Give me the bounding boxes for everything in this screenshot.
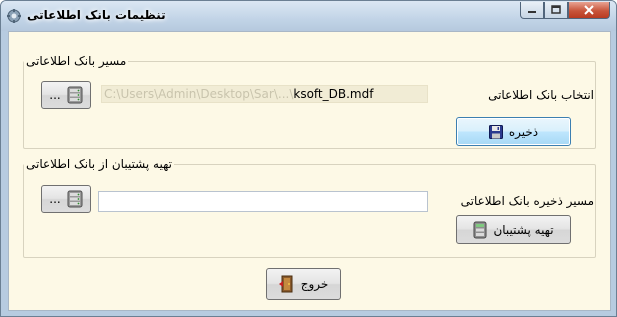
maximize-icon <box>551 5 561 14</box>
db-path-faded-text: C:\Users\Admin\Desktop\Sar\...\ <box>104 87 294 101</box>
client-area: مسیر بانک اطلاعاتی ... C:\Users\Admin\De… <box>8 31 611 311</box>
minimize-icon <box>528 11 536 13</box>
exit-button[interactable]: خروج <box>266 268 341 300</box>
db-select-label: انتخاب بانک اطلاعاتی <box>488 88 594 102</box>
db-path-text: ksoft_DB.mdf <box>293 87 374 101</box>
title-bar[interactable]: تنظیمات بانک اطلاعاتی <box>1 1 616 31</box>
minimize-button[interactable] <box>520 2 544 19</box>
backup-button[interactable]: تهیه پشتیبان <box>456 215 571 244</box>
caption-buttons <box>520 2 610 20</box>
backup-path-field[interactable] <box>98 191 428 212</box>
db-path-legend: مسیر بانک اطلاعاتی <box>26 54 127 68</box>
maximize-button[interactable] <box>544 2 568 19</box>
db-path-field[interactable]: C:\Users\Admin\Desktop\Sar\...\ksoft_DB.… <box>101 85 428 103</box>
database-icon <box>67 190 83 208</box>
backup-browse-button[interactable]: ... <box>41 185 91 213</box>
window-title: تنظیمات بانک اطلاعاتی <box>27 8 166 22</box>
backup-legend: تهیه پشتیبان از بانک اطلاعاتی <box>26 157 172 171</box>
exit-door-icon <box>278 275 293 293</box>
save-label: ذخیره <box>508 124 539 139</box>
floppy-disk-icon <box>488 124 503 139</box>
settings-window: تنظیمات بانک اطلاعاتی مسیر بانک اطلاعاتی <box>0 0 617 317</box>
app-gear-icon <box>7 9 21 23</box>
db-browse-button[interactable]: ... <box>41 81 91 109</box>
db-browse-label: ... <box>49 88 61 102</box>
backup-label: تهیه پشتیبان <box>493 222 554 237</box>
close-icon <box>584 5 594 15</box>
database-icon <box>67 86 83 104</box>
backup-browse-label: ... <box>49 192 61 206</box>
close-button[interactable] <box>568 2 610 19</box>
save-button[interactable]: ذخیره <box>456 117 571 146</box>
exit-label: خروج <box>300 277 329 291</box>
database-backup-icon <box>473 221 487 238</box>
backup-path-label: مسیر ذخیره بانک اطلاعاتی <box>460 194 594 208</box>
